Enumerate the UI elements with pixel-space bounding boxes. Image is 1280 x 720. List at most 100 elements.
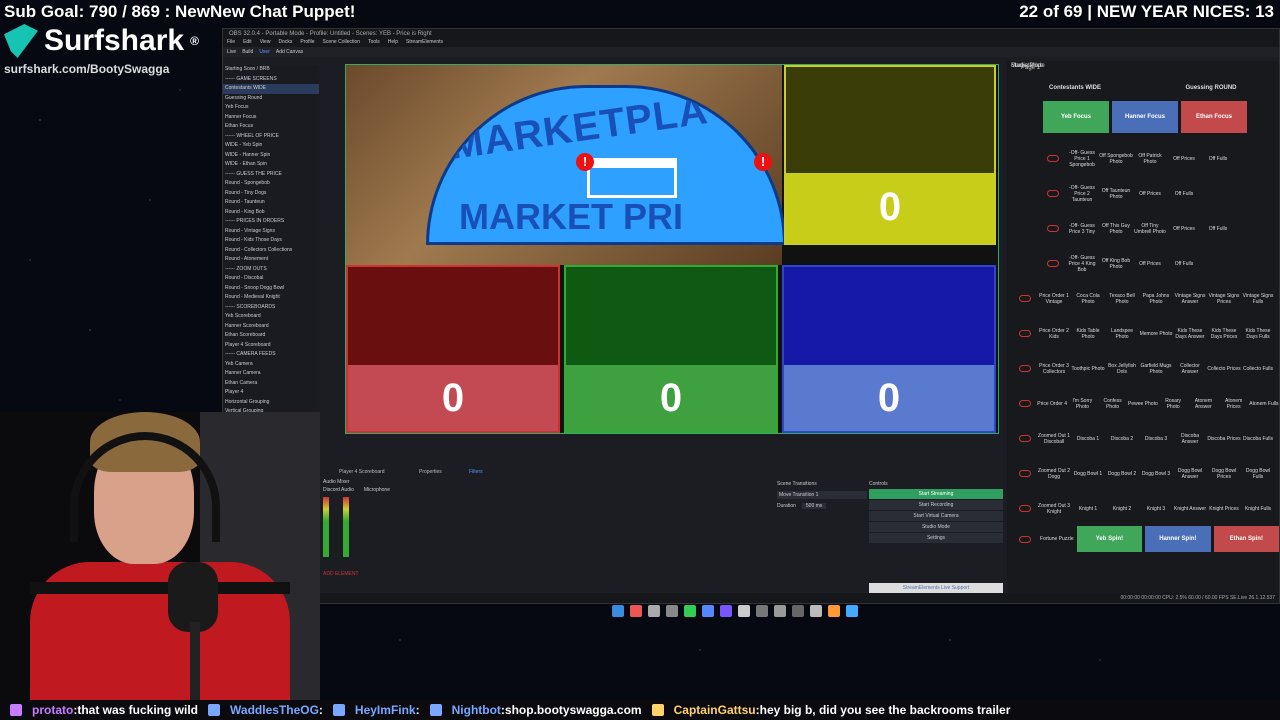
row-toggle[interactable] xyxy=(1047,225,1059,232)
spotify-icon[interactable] xyxy=(684,605,696,617)
player-focus-button[interactable]: Yeb Focus xyxy=(1043,101,1109,133)
app-icon[interactable] xyxy=(774,605,786,617)
deck-button[interactable]: Atonem Answer xyxy=(1188,398,1218,410)
deck-button[interactable]: Coca Cola Photo xyxy=(1071,293,1105,305)
scene-item[interactable]: WIDE - Ethan Spin xyxy=(223,160,319,170)
deck-button[interactable]: Dogg Bowl 3 xyxy=(1139,471,1173,477)
scoreboard-red[interactable]: 0 xyxy=(346,265,560,433)
menu-tools[interactable]: Tools xyxy=(368,39,380,47)
deck-button[interactable]: Off Prices xyxy=(1133,191,1167,197)
deck-button[interactable]: Atonem Fulls xyxy=(1249,401,1279,407)
deck-button[interactable]: Price Order 4 xyxy=(1037,401,1067,407)
menu-streamelements[interactable]: StreamElements xyxy=(406,39,443,47)
deck-button[interactable]: Zoomed Out 1 Discoball xyxy=(1037,433,1071,445)
scene-item[interactable]: Round - Atonement xyxy=(223,255,319,265)
tab-user[interactable]: User xyxy=(259,49,270,55)
discord-icon[interactable] xyxy=(702,605,714,617)
volume-meter[interactable] xyxy=(343,497,349,557)
scene-item[interactable]: Guessing Round xyxy=(223,94,319,104)
deck-button[interactable]: Off This Guy Photo xyxy=(1099,223,1133,235)
support-button[interactable]: StreamElements Live Support xyxy=(869,583,1003,593)
row-toggle[interactable] xyxy=(1047,190,1059,197)
deck-button[interactable]: Kids Table Photo xyxy=(1071,328,1105,340)
deck-button[interactable]: Off Prices xyxy=(1133,261,1167,267)
deck-button[interactable]: Knight Fulls xyxy=(1241,506,1275,512)
tab-properties[interactable]: Properties xyxy=(419,469,442,475)
row-toggle[interactable] xyxy=(1047,155,1059,162)
deck-button[interactable]: Off Prices xyxy=(1167,226,1201,232)
contestants-wide-button[interactable]: Contestants WIDE xyxy=(1045,85,1105,91)
deck-button[interactable]: -Off- Guess Price 1 Spongebob xyxy=(1065,150,1099,168)
deck-button[interactable]: Dogg Bowl Fulls xyxy=(1241,468,1275,480)
deck-button[interactable]: Off Patrick Photo xyxy=(1133,153,1167,165)
scoreboard-yellow[interactable]: 0 xyxy=(784,65,996,245)
tab-build[interactable]: Build xyxy=(242,49,253,55)
row-toggle[interactable] xyxy=(1019,470,1031,477)
app-icon[interactable] xyxy=(828,605,840,617)
scene-item[interactable]: ------ GUESS THE PRICE xyxy=(223,170,319,180)
deck-button[interactable]: Off Fulls xyxy=(1201,226,1235,232)
app-icon[interactable] xyxy=(738,605,750,617)
fortune-toggle[interactable] xyxy=(1019,535,1031,543)
studio-mode-button[interactable]: Studio Mode xyxy=(869,522,1003,532)
obs-icon[interactable] xyxy=(792,605,804,617)
deck-button[interactable]: Knight 3 xyxy=(1139,506,1173,512)
deck-button[interactable]: Vintage Signs Answer xyxy=(1173,293,1207,305)
row-toggle[interactable] xyxy=(1019,295,1031,302)
scene-item[interactable]: Round - Kids Those Days xyxy=(223,236,319,246)
deck-button[interactable]: Landspee Photo xyxy=(1105,328,1139,340)
app-icon[interactable] xyxy=(630,605,642,617)
app-icon[interactable] xyxy=(648,605,660,617)
scene-item[interactable]: Round - Snoop Dogg Bowl xyxy=(223,284,319,294)
scene-item[interactable]: Contestants WIDE xyxy=(223,84,319,94)
deck-button[interactable]: -Off- Guess Price 3 Tiny xyxy=(1065,223,1099,235)
deck-button[interactable]: Off Prices xyxy=(1167,156,1201,162)
deck-button[interactable]: Atonem Prices xyxy=(1219,398,1249,410)
app-icon[interactable] xyxy=(810,605,822,617)
row-toggle[interactable] xyxy=(1047,260,1059,267)
deck-button[interactable]: Price Order 3 Collectors xyxy=(1037,363,1071,375)
spin-button[interactable]: Hanner Spin! xyxy=(1145,526,1211,552)
menu-edit[interactable]: Edit xyxy=(243,39,252,47)
scene-item[interactable]: Hanner Scoreboard xyxy=(223,322,319,332)
deck-button[interactable]: Price Order 1 Vintage xyxy=(1037,293,1071,305)
deck-button[interactable]: Off Fulls xyxy=(1167,191,1201,197)
deck-button[interactable]: Zoomed Out 2 Dogg xyxy=(1037,468,1071,480)
scene-item[interactable]: Round - Medieval Knight xyxy=(223,293,319,303)
deck-button[interactable]: Off Spongebob Photo xyxy=(1099,153,1133,165)
spin-button[interactable]: Yeb Spin! xyxy=(1076,526,1143,552)
fortune-puzzle-button[interactable]: Fortune Puzzle xyxy=(1040,536,1074,542)
deck-button[interactable]: Off Taunteun Photo xyxy=(1099,188,1133,200)
deck-button[interactable]: Collector Answer xyxy=(1173,363,1207,375)
scene-item[interactable]: ------ CAMERA FEEDS xyxy=(223,350,319,360)
scene-item[interactable]: Yeb Scoreboard xyxy=(223,312,319,322)
deck-button[interactable]: Collecto Fulls xyxy=(1241,366,1275,372)
app-icon[interactable] xyxy=(756,605,768,617)
menu-profile[interactable]: Profile xyxy=(300,39,314,47)
scene-item[interactable]: Player 4 xyxy=(223,388,319,398)
scene-item[interactable]: Round - Tiny Dogs xyxy=(223,189,319,199)
row-toggle[interactable] xyxy=(1019,365,1031,372)
deck-button[interactable]: Discoba Answer xyxy=(1173,433,1207,445)
start-streaming-button[interactable]: Start Streaming xyxy=(869,489,1003,499)
volume-meter[interactable] xyxy=(323,497,329,557)
scene-item[interactable]: Player 4 Scoreboard xyxy=(223,341,319,351)
chat-username[interactable]: WaddlesTheOG xyxy=(230,703,319,717)
scene-item[interactable]: Yeb Camera xyxy=(223,360,319,370)
scene-item[interactable]: WIDE - Hanner Spin xyxy=(223,151,319,161)
deck-button[interactable]: Vintage Signs Fulls xyxy=(1241,293,1275,305)
chat-username[interactable]: HeyImFink xyxy=(355,703,416,717)
chat-username[interactable]: CaptainGattsu xyxy=(674,703,756,717)
start-virtual-camera-button[interactable]: Start Virtual Camera xyxy=(869,511,1003,521)
row-toggle[interactable] xyxy=(1019,505,1031,512)
deck-button[interactable]: Off King Bob Photo xyxy=(1099,258,1133,270)
deck-button[interactable]: Vintage Signs Prices xyxy=(1207,293,1241,305)
deck-button[interactable]: -Off- Guess Price 2 Taunteun xyxy=(1065,185,1099,203)
scene-item[interactable]: Round - King Bob xyxy=(223,208,319,218)
scoreboard-green[interactable]: 0 xyxy=(564,265,778,433)
deck-button[interactable]: Kids These Days Prices xyxy=(1207,328,1241,340)
studio-mode-toggle[interactable]: Studio Mode xyxy=(1007,61,1049,71)
row-toggle[interactable] xyxy=(1019,400,1031,407)
deck-button[interactable]: Garfield Mugs Photo xyxy=(1139,363,1173,375)
scene-item[interactable]: Starting Soon / BRB xyxy=(223,65,319,75)
